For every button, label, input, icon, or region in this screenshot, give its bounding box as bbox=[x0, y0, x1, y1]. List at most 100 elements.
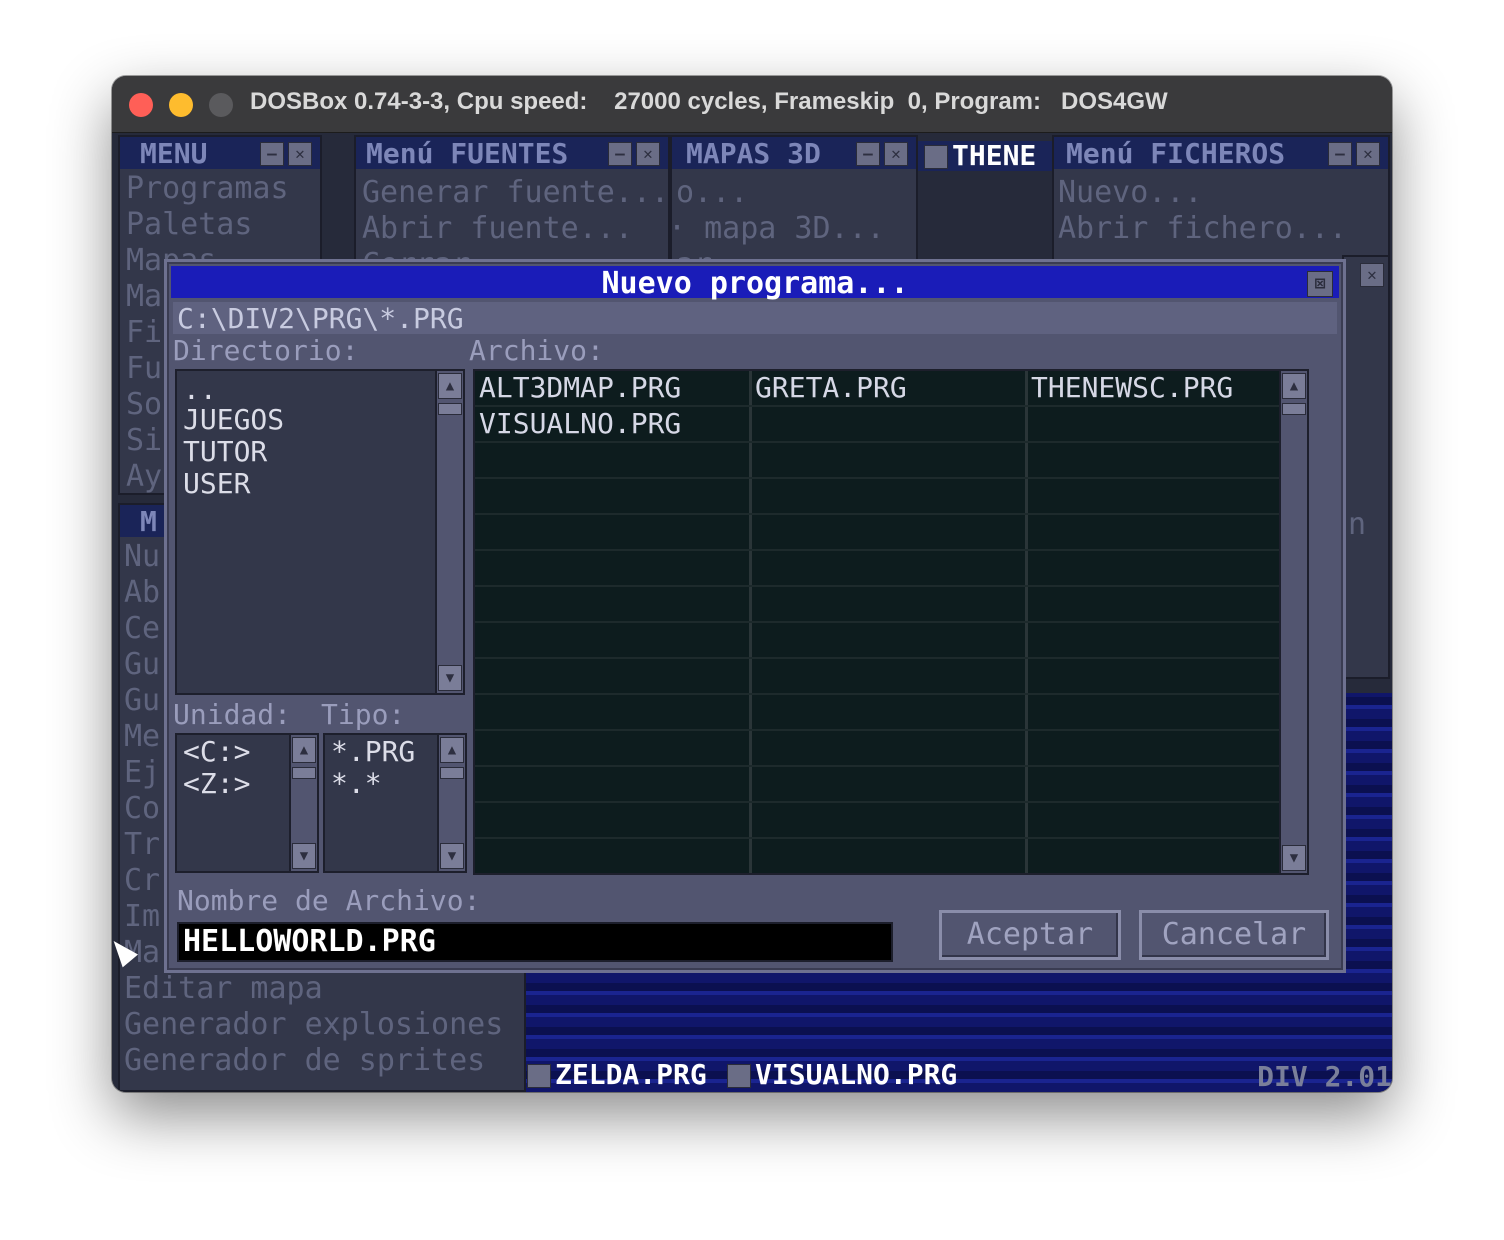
minimize-icon[interactable]: — bbox=[260, 142, 284, 166]
scroll-down-icon[interactable]: ▼ bbox=[1282, 845, 1306, 871]
close-icon[interactable]: ✕ bbox=[636, 142, 660, 166]
menu-item[interactable]: Cr bbox=[124, 863, 160, 898]
list-item[interactable]: JUEGOS bbox=[183, 403, 284, 436]
menu-item[interactable]: Me bbox=[124, 719, 160, 754]
file-scrollbar[interactable]: ▲ ▼ bbox=[1279, 371, 1307, 873]
zoom-window-button[interactable] bbox=[209, 93, 233, 117]
list-item[interactable]: <Z:> bbox=[183, 767, 250, 800]
menu-item-nuevo[interactable]: Nuevo... bbox=[1058, 175, 1203, 210]
file-item[interactable]: GRETA.PRG bbox=[755, 371, 907, 404]
menu-item-editar-mapa[interactable]: Editar mapa bbox=[124, 971, 323, 1006]
cancelar-label: Cancelar bbox=[1161, 917, 1307, 952]
file-item[interactable]: VISUALNO.PRG bbox=[479, 407, 681, 440]
scroll-down-icon[interactable]: ▼ bbox=[440, 843, 464, 869]
menu-item-abrir-fichero[interactable]: Abrir fichero... bbox=[1058, 211, 1347, 246]
file-list[interactable]: ALT3DMAP.PRG GRETA.PRG THENEWSC.PRG VISU… bbox=[473, 369, 1309, 875]
scroll-thumb[interactable] bbox=[1282, 403, 1306, 415]
drive-scrollbar[interactable]: ▲ ▼ bbox=[289, 735, 317, 871]
menu-item[interactable]: Nu bbox=[124, 539, 160, 574]
minimize-icon[interactable]: — bbox=[856, 142, 880, 166]
close-icon[interactable]: ⊠ bbox=[1307, 271, 1333, 297]
close-icon[interactable]: ✕ bbox=[288, 142, 312, 166]
nuevo-programa-dialog: Nuevo programa... ⊠ C:\DIV2\PRG\*.PRG Di… bbox=[164, 259, 1346, 973]
list-item[interactable]: TUTOR bbox=[183, 435, 267, 468]
scroll-down-icon[interactable]: ▼ bbox=[292, 843, 316, 869]
fuentes-window-header[interactable]: Menú FUENTES — ✕ bbox=[356, 137, 668, 170]
menu-item[interactable]: Si bbox=[126, 423, 162, 458]
archivo-label: Archivo: bbox=[469, 334, 604, 367]
mapas3d-window-header[interactable]: MAPAS 3D — ✕ bbox=[672, 137, 916, 170]
close-window-button[interactable] bbox=[129, 93, 153, 117]
drive-list[interactable]: <C:> <Z:> ▲ ▼ bbox=[175, 733, 319, 873]
task-visualno[interactable]: VISUALNO.PRG bbox=[727, 1058, 957, 1091]
list-item[interactable]: USER bbox=[183, 467, 250, 500]
dialog-title-bar[interactable]: Nuevo programa... ⊠ bbox=[171, 266, 1339, 301]
menu-item[interactable]: Fu bbox=[126, 351, 162, 386]
file-item[interactable]: THENEWSC.PRG bbox=[1031, 371, 1233, 404]
ficheros-window-header[interactable]: Menú FICHEROS — ✕ bbox=[1054, 137, 1388, 170]
menu-item[interactable]: Co bbox=[124, 791, 160, 826]
menu-item-generador-explosiones[interactable]: Generador explosiones bbox=[124, 1007, 503, 1042]
directory-list[interactable]: .. JUEGOS TUTOR USER ▲ ▼ bbox=[175, 369, 465, 695]
list-item[interactable]: <C:> bbox=[183, 735, 250, 768]
task-zelda[interactable]: ZELDA.PRG bbox=[527, 1058, 707, 1091]
list-item[interactable]: *.* bbox=[331, 767, 382, 800]
thene-window-tab[interactable]: THENE bbox=[918, 139, 1052, 172]
menu-item[interactable]: Ab bbox=[124, 575, 160, 610]
menu-item-paletas[interactable]: Paletas bbox=[126, 207, 252, 242]
menu-item[interactable]: Tr bbox=[124, 827, 160, 862]
menu-item[interactable]: Ay bbox=[126, 459, 162, 494]
mapas3d-window[interactable]: MAPAS 3D — ✕ o... · mapa 3D... ar bbox=[668, 135, 918, 282]
scroll-up-icon[interactable]: ▲ bbox=[292, 737, 316, 763]
menu-item[interactable]: · mapa 3D... bbox=[668, 211, 885, 246]
scroll-up-icon[interactable]: ▲ bbox=[438, 373, 462, 399]
scroll-thumb[interactable] bbox=[440, 767, 464, 779]
scroll-up-icon[interactable]: ▲ bbox=[1282, 373, 1306, 399]
menu-item[interactable]: So bbox=[126, 387, 162, 422]
dialog-title: Nuevo programa... bbox=[601, 266, 909, 301]
menu-item[interactable]: n bbox=[1348, 507, 1366, 542]
close-icon[interactable]: ✕ bbox=[1360, 263, 1384, 287]
aceptar-label: Aceptar bbox=[966, 917, 1094, 952]
list-item[interactable]: *.PRG bbox=[331, 735, 415, 768]
filename-input[interactable]: HELLOWORLD.PRG bbox=[177, 922, 893, 962]
path-text: C:\DIV2\PRG\*.PRG bbox=[177, 302, 464, 335]
directory-scrollbar[interactable]: ▲ ▼ bbox=[435, 371, 463, 693]
file-item[interactable]: ALT3DMAP.PRG bbox=[479, 371, 681, 404]
menu-item[interactable]: Gu bbox=[124, 683, 160, 718]
tipo-label: Tipo: bbox=[321, 698, 406, 731]
scroll-down-icon[interactable]: ▼ bbox=[438, 665, 462, 691]
list-item[interactable]: .. bbox=[183, 373, 217, 406]
menu-item-abrir-fuente[interactable]: Abrir fuente... bbox=[362, 211, 633, 246]
menu-item[interactable]: Im bbox=[124, 899, 160, 934]
title-bar: DOSBox 0.74-3-3, Cpu speed: 27000 cycles… bbox=[112, 76, 1392, 133]
ficheros-window-title: Menú FICHEROS bbox=[1066, 137, 1286, 170]
minimize-icon[interactable]: — bbox=[1328, 142, 1352, 166]
aceptar-button[interactable]: Aceptar bbox=[939, 910, 1121, 960]
type-list[interactable]: *.PRG *.* ▲ ▼ bbox=[323, 733, 467, 873]
menu-item[interactable]: o... bbox=[676, 175, 748, 210]
menu-item[interactable]: Ej bbox=[124, 755, 160, 790]
minimize-window-button[interactable] bbox=[169, 93, 193, 117]
menu-item-generar-fuente[interactable]: Generar fuente... bbox=[362, 175, 669, 210]
menu-item[interactable]: Ma bbox=[126, 279, 162, 314]
path-display: C:\DIV2\PRG\*.PRG bbox=[173, 302, 1337, 335]
menu-item[interactable]: Fi bbox=[126, 315, 162, 350]
menu-item-programas[interactable]: Programas bbox=[126, 171, 289, 206]
close-icon[interactable]: ✕ bbox=[884, 142, 908, 166]
fuentes-window[interactable]: Menú FUENTES — ✕ Generar fuente... Abrir… bbox=[354, 135, 670, 282]
ficheros-window[interactable]: Menú FICHEROS — ✕ Nuevo... Abrir fichero… bbox=[1052, 135, 1390, 282]
type-scrollbar[interactable]: ▲ ▼ bbox=[437, 735, 465, 871]
directorio-label: Directorio: bbox=[173, 334, 359, 367]
partial-window-right[interactable]: ✕ n bbox=[1342, 255, 1390, 679]
menu-window-header[interactable]: MENU — ✕ bbox=[120, 137, 320, 170]
scroll-thumb[interactable] bbox=[438, 403, 462, 415]
close-icon[interactable]: ✕ bbox=[1356, 142, 1380, 166]
menu-item[interactable]: Ce bbox=[124, 611, 160, 646]
cancelar-button[interactable]: Cancelar bbox=[1139, 910, 1329, 960]
minimize-icon[interactable]: — bbox=[608, 142, 632, 166]
menu-item[interactable]: Gu bbox=[124, 647, 160, 682]
scroll-up-icon[interactable]: ▲ bbox=[440, 737, 464, 763]
scroll-thumb[interactable] bbox=[292, 767, 316, 779]
menu-item-generador-sprites[interactable]: Generador de sprites bbox=[124, 1043, 485, 1078]
